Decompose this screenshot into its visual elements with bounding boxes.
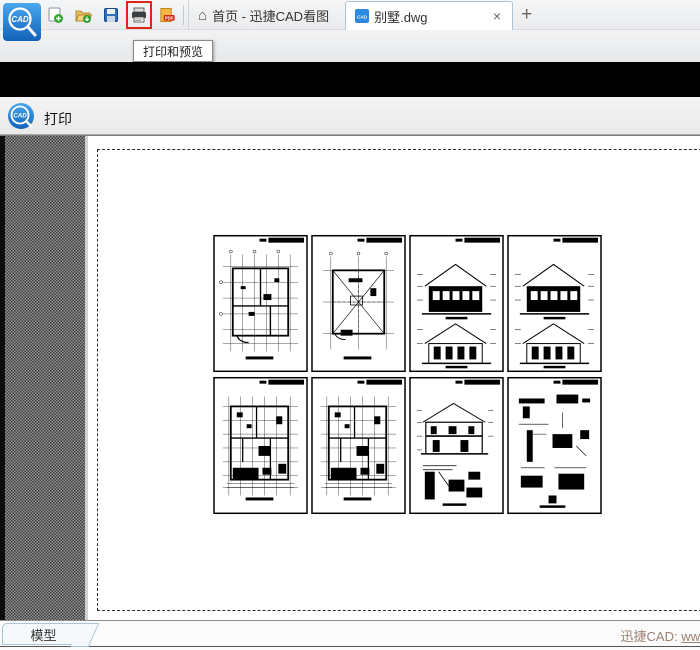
cad-sheet-elevations-2 [507, 234, 602, 373]
new-file-button[interactable] [46, 6, 64, 24]
export-pdf-button[interactable]: PDF [158, 6, 176, 24]
cad-canvas-band [0, 62, 700, 97]
pdf-icon: PDF [160, 7, 176, 23]
tab-drawing[interactable]: CAD 别墅.dwg × [345, 1, 514, 30]
cad-sheet-floor-plan-3 [311, 376, 406, 515]
tab-home[interactable]: ⌂ 首页 - 迅捷CAD看图 [188, 0, 338, 30]
statusbar-divider [0, 646, 700, 647]
status-bar: 模型 迅捷CAD: ww [0, 620, 700, 650]
tooltip-text: 打印和预览 [142, 44, 203, 59]
svg-text:PDF: PDF [165, 16, 174, 21]
print-toolbar: 开始打印 打印设置 框选打印 显示全图 手动平移 实时缩放 [0, 97, 700, 226]
print-preview-area[interactable] [0, 135, 700, 620]
tab-drawing-label: 别墅.dwg [374, 9, 428, 25]
tab-close-icon[interactable]: × [491, 8, 503, 24]
new-file-icon [48, 7, 64, 24]
save-icon [104, 8, 118, 23]
cad-sheet-floor-plan-2 [213, 376, 308, 515]
svg-text:CAD: CAD [13, 113, 27, 120]
open-file-button[interactable] [74, 6, 92, 24]
cad-sheet-section-detail [409, 376, 504, 515]
svg-text:CAD: CAD [357, 15, 368, 20]
tooltip: 打印和预览 [133, 40, 213, 62]
cad-sheet-roof-plan [311, 234, 406, 373]
preview-outside-page [5, 136, 85, 620]
brand-text: 迅捷CAD: ww [620, 629, 700, 644]
paper-page[interactable] [88, 136, 700, 620]
main-toolbar: PDF ⌂ 首页 - 迅捷CAD看图 CAD 别墅.dwg × + [0, 0, 700, 30]
toolbar-separator [183, 5, 184, 25]
model-tab-label: 模型 [30, 627, 57, 643]
open-folder-icon [75, 10, 92, 24]
app-window: PDF ⌂ 首页 - 迅捷CAD看图 CAD 别墅.dwg × + CAD 打印… [0, 0, 700, 650]
model-tab[interactable]: 模型 [2, 623, 84, 645]
cad-sheet-grid [213, 234, 602, 515]
cad-print-logo: CAD [7, 102, 35, 130]
cad-sheet-elevations-1 [409, 234, 504, 373]
print-button[interactable] [130, 6, 148, 24]
tools-toolbar: ↔ ↕ ○ [0, 30, 700, 88]
home-icon: ⌂ [198, 6, 208, 24]
save-button[interactable] [102, 6, 120, 24]
cad-sheet-floor-plan-1 [213, 234, 308, 373]
new-tab-button[interactable]: + [513, 0, 540, 30]
svg-text:CAD: CAD [11, 15, 29, 24]
cad-sheet-details [507, 376, 602, 515]
brand-link[interactable]: ww [681, 629, 700, 644]
cad-file-icon: CAD [355, 9, 370, 23]
printer-icon [131, 7, 147, 23]
cad-logo: CAD [3, 3, 41, 41]
tab-bar: ⌂ 首页 - 迅捷CAD看图 CAD 别墅.dwg × + [188, 0, 540, 30]
print-mode-title: 打印 [44, 111, 72, 127]
tab-home-label: 首页 - 迅捷CAD看图 [212, 8, 330, 24]
